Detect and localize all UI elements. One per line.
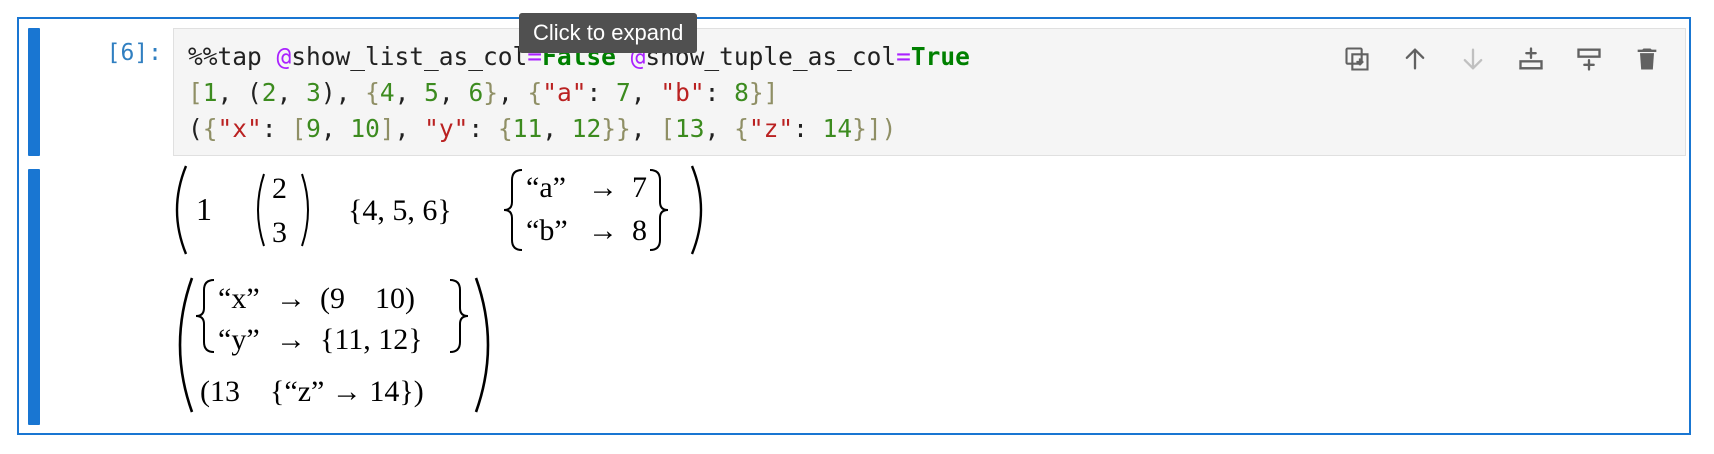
dict-key-b: “b” [526, 214, 568, 247]
code-token: : [261, 114, 292, 143]
output-row-2: “x” → (9 10) “y” → {11, 12} (13 {“z” → 1… [178, 277, 490, 413]
duplicate-cell-button[interactable] [1341, 43, 1373, 75]
code-token: }} [601, 114, 631, 143]
code-token: 6 [468, 78, 484, 107]
dict-val-x: (9 10) [320, 282, 415, 315]
code-token: = [896, 42, 911, 71]
code-token: 10 [350, 114, 380, 143]
code-token: 4 [379, 78, 395, 107]
dict-val-y: {11, 12} [320, 323, 423, 356]
code-line[interactable]: ({"x": [9, 10], "y": {11, 12}}, [13, {"z… [188, 111, 970, 147]
code-token: "y" [424, 114, 469, 143]
output-row-1: 1 2 3 {4, 5, 6} “a” → 7 “b” → 8 [175, 165, 703, 255]
insert-above-icon [1519, 47, 1543, 70]
code-token: : [704, 78, 735, 107]
dict-key-y: “y” [218, 323, 260, 356]
move-down-button[interactable] [1457, 43, 1489, 75]
code-token: }] [748, 78, 779, 107]
dict-val-b: 8 [632, 214, 647, 247]
tuple-row-last: (13 {“z” → 14}) [200, 375, 424, 408]
code-token: , [704, 114, 735, 143]
code-token: { [497, 114, 513, 143]
code-token: 9 [306, 114, 321, 143]
code-token: { [202, 114, 218, 143]
output-collapser[interactable] [28, 169, 40, 425]
tooltip: Click to expand [519, 13, 698, 53]
code-editor[interactable]: %%tap @show_list_as_col=False @show_tupl… [173, 28, 1686, 156]
code-token: show_list_as_col [291, 42, 528, 71]
arrow-down-icon [1463, 48, 1483, 70]
code-lines[interactable]: %%tap @show_list_as_col=False @show_tupl… [188, 39, 970, 147]
code-token: , [320, 114, 351, 143]
trash-icon [1637, 48, 1657, 70]
code-token: 1 [202, 78, 218, 107]
code-token: 8 [734, 78, 749, 107]
dict-arrow-b: → [588, 214, 618, 247]
code-token: 12 [571, 114, 602, 143]
arrow-up-icon [1405, 48, 1425, 70]
code-token: "b" [660, 78, 705, 107]
code-token: : [468, 114, 498, 143]
insert-below-icon [1577, 48, 1601, 71]
code-token: [ [188, 78, 203, 107]
code-token: ] [379, 114, 395, 143]
code-token: { [365, 78, 380, 107]
delete-cell-button[interactable] [1631, 43, 1663, 75]
cell-toolbar [1341, 39, 1663, 79]
dict-key-a: “a” [526, 171, 566, 204]
set-value: {4, 5, 6} [348, 194, 452, 227]
move-up-button[interactable] [1399, 43, 1431, 75]
tuple-item-1: 2 [272, 172, 287, 205]
code-token: [ [291, 114, 307, 143]
code-token: : [793, 114, 823, 143]
code-line[interactable]: [1, (2, 3), {4, 5, 6}, {"a": 7, "b": 8}] [188, 75, 970, 111]
dict-val-a: 7 [632, 171, 647, 204]
tuple-item-2: 3 [272, 216, 287, 249]
code-token: 11 [512, 114, 543, 143]
code-token: 14 [822, 114, 853, 143]
code-token: } [483, 78, 498, 107]
code-token: [ [660, 114, 676, 143]
code-token: , [438, 78, 469, 107]
code-token: %%tap [188, 42, 277, 71]
list-item-1: 1 [196, 191, 212, 227]
dict-arrow-x: → [276, 282, 306, 315]
code-token: "x" [217, 114, 262, 143]
duplicate-icon [1345, 47, 1369, 71]
code-token: 5 [424, 78, 439, 107]
code-token: @ [276, 42, 292, 71]
code-token: , [394, 114, 425, 143]
code-token: }]) [852, 114, 897, 143]
code-token: 2 [261, 78, 277, 107]
dict-arrow-y: → [276, 323, 306, 356]
code-token: { [734, 114, 749, 143]
code-token: True [910, 42, 970, 71]
insert-below-button[interactable] [1573, 43, 1605, 75]
code-token: ( [188, 114, 203, 143]
code-token: ), [320, 78, 366, 107]
code-token: , [542, 114, 572, 143]
code-token: , [497, 78, 528, 107]
insert-above-button[interactable] [1515, 43, 1547, 75]
code-token: 7 [616, 78, 631, 107]
code-token: , [276, 78, 307, 107]
code-token: : [586, 78, 617, 107]
execution-count-prompt: [6]: [106, 40, 162, 66]
code-token: , [630, 114, 661, 143]
dict-key-x: “x” [218, 282, 260, 315]
code-token: , [630, 78, 661, 107]
code-token: "a" [542, 78, 587, 107]
code-token: 3 [306, 78, 321, 107]
code-token: 13 [675, 114, 705, 143]
code-token: "z" [748, 114, 794, 143]
code-token: { [527, 78, 543, 107]
code-token: , [394, 78, 425, 107]
code-token: , ( [217, 78, 262, 107]
input-collapser[interactable] [28, 28, 40, 156]
dict-arrow-a: → [588, 171, 618, 204]
